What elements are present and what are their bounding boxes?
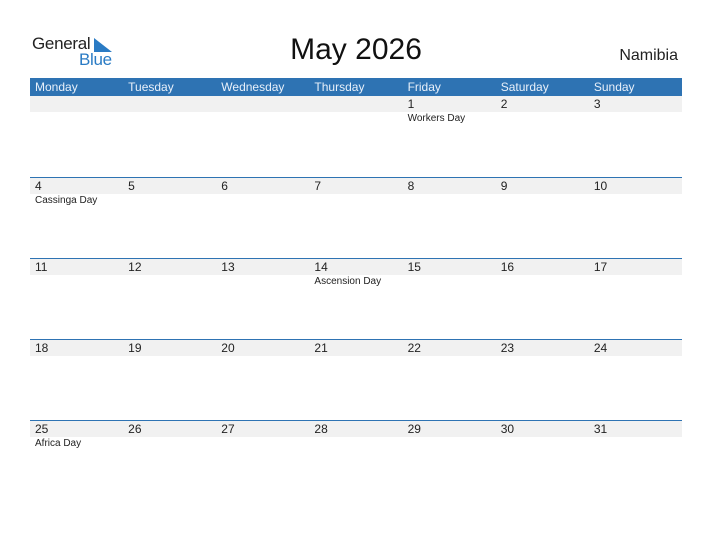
day-number: 17 — [593, 260, 608, 274]
day-number: 30 — [500, 422, 515, 436]
week-divider: 4 5 6 7 8 9 10 — [30, 177, 682, 194]
day-number: 28 — [314, 422, 328, 436]
holiday-label — [589, 112, 682, 125]
holiday-label — [309, 437, 402, 450]
week-row: 4 5 6 7 8 9 10 Cassinga Day — [30, 177, 682, 258]
day-number-row: 25 26 27 28 29 30 31 — [30, 421, 682, 437]
weekday-header: Monday Tuesday Wednesday Thursday Friday… — [30, 78, 682, 96]
week-divider: 11 12 13 14 15 16 17 — [30, 258, 682, 275]
day-number: 14 — [314, 260, 328, 274]
day-number: 24 — [593, 341, 608, 355]
day-number — [216, 96, 309, 112]
day-number: 23 — [500, 341, 515, 355]
week-row: 18 19 20 21 22 23 24 — [30, 339, 682, 420]
week-divider: 1 2 3 — [30, 96, 682, 112]
week-divider: 18 19 20 21 22 23 24 — [30, 339, 682, 356]
holiday-label — [589, 194, 682, 207]
holiday-label: Workers Day — [407, 113, 466, 124]
day-number-row: 11 12 13 14 15 16 17 — [30, 259, 682, 275]
holiday-label: Cassinga Day — [35, 195, 98, 206]
day-number: 4 — [35, 179, 42, 193]
week-row: 1 2 3 Workers Day — [30, 96, 682, 177]
day-number: 8 — [407, 179, 415, 193]
day-number — [123, 96, 216, 112]
day-number: 22 — [407, 341, 421, 355]
weekday-wednesday: Wednesday — [221, 80, 285, 94]
holiday-row: Ascension Day — [30, 275, 682, 288]
holiday-label — [403, 275, 496, 288]
day-number: 2 — [500, 97, 508, 111]
weekday-thursday: Thursday — [314, 80, 365, 94]
holiday-label — [496, 194, 589, 207]
day-number: 31 — [593, 422, 608, 436]
holiday-label — [123, 275, 216, 288]
holiday-row: Cassinga Day — [30, 194, 682, 207]
holiday-label: Africa Day — [35, 438, 82, 449]
page-title: May 2026 — [290, 33, 422, 66]
holiday-label — [403, 194, 496, 207]
weekday-monday: Monday — [35, 80, 78, 94]
day-number: 19 — [128, 341, 142, 355]
day-number: 20 — [221, 341, 235, 355]
day-number: 12 — [128, 260, 142, 274]
holiday-label — [30, 275, 123, 288]
holiday-label — [123, 437, 216, 450]
day-number: 26 — [128, 422, 142, 436]
holiday-row: Africa Day — [30, 437, 682, 450]
holiday-label — [496, 112, 589, 125]
holiday-label — [30, 112, 123, 125]
holiday-label — [403, 437, 496, 450]
weekday-friday: Friday — [407, 80, 441, 94]
day-number: 13 — [221, 260, 235, 274]
holiday-row: Workers Day — [30, 112, 682, 125]
holiday-label — [216, 437, 309, 450]
week-divider: 25 26 27 28 29 30 31 — [30, 420, 682, 437]
holiday-label — [309, 194, 402, 207]
day-number-row: 4 5 6 7 8 9 10 — [30, 178, 682, 194]
holiday-label — [589, 437, 682, 450]
weeks-container: 1 2 3 Workers Day 4 5 6 7 8 9 10 Cassinga Day 11 12 13… — [30, 96, 682, 501]
day-number: 6 — [221, 179, 228, 193]
day-number: 1 — [407, 97, 415, 111]
day-number — [30, 96, 123, 112]
holiday-label — [216, 275, 309, 288]
holiday-label — [496, 275, 589, 288]
day-number-row: 1 2 3 — [30, 96, 682, 112]
weekday-sunday: Sunday — [593, 80, 635, 94]
calendar: Monday Tuesday Wednesday Thursday Friday… — [30, 78, 682, 501]
day-number: 15 — [407, 260, 421, 274]
day-number: 5 — [128, 179, 135, 193]
holiday-label — [123, 194, 216, 207]
day-number: 3 — [593, 97, 601, 111]
day-number: 25 — [35, 422, 49, 436]
day-number: 21 — [314, 341, 328, 355]
holiday-label — [216, 112, 309, 125]
day-number: 18 — [35, 341, 49, 355]
weekday-saturday: Saturday — [500, 80, 549, 94]
holiday-label — [309, 112, 402, 125]
holiday-label — [123, 112, 216, 125]
day-number — [309, 96, 402, 112]
week-row: 25 26 27 28 29 30 31 Africa Day — [30, 420, 682, 501]
week-row: 11 12 13 14 15 16 17 Ascension Day — [30, 258, 682, 339]
day-number: 27 — [221, 422, 235, 436]
day-number: 10 — [593, 179, 608, 193]
holiday-label — [496, 437, 589, 450]
day-number: 7 — [314, 179, 322, 193]
holiday-label: Ascension Day — [314, 276, 382, 287]
weekday-tuesday: Tuesday — [128, 80, 174, 94]
day-number: 11 — [35, 260, 48, 274]
day-number-row: 18 19 20 21 22 23 24 — [30, 340, 682, 356]
day-number: 16 — [500, 260, 515, 274]
day-number: 29 — [407, 422, 421, 436]
day-number: 9 — [500, 179, 508, 193]
country-label: Namibia — [619, 47, 678, 64]
holiday-label — [216, 194, 309, 207]
holiday-label — [589, 275, 682, 288]
